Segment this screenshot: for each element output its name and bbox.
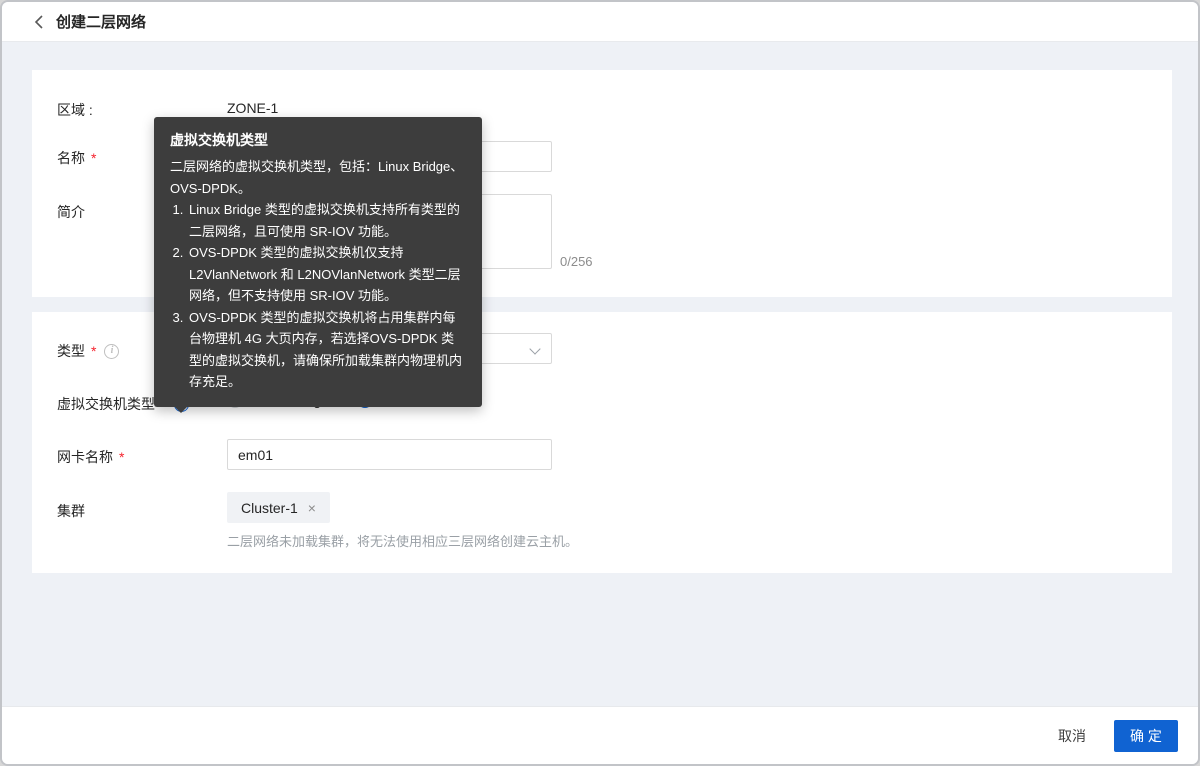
zone-label: 区域 : [57, 100, 93, 120]
type-label: 类型* i [57, 341, 119, 361]
tooltip-list-item: OVS-DPDK 类型的虚拟交换机将占用集群内每台物理机 4G 大页内存，若选择… [187, 307, 466, 393]
cluster-tag: Cluster-1 × [227, 492, 330, 523]
type-info-icon[interactable]: i [104, 344, 119, 359]
vswitch-type-tooltip: 虚拟交换机类型 二层网络的虚拟交换机类型，包括：Linux Bridge、OVS… [154, 117, 482, 407]
char-counter: 0/256 [560, 254, 593, 269]
tooltip-list-item: Linux Bridge 类型的虚拟交换机支持所有类型的二层网络，且可使用 SR… [187, 199, 466, 242]
required-mark: * [119, 449, 124, 465]
cluster-tag-text: Cluster-1 [241, 500, 298, 516]
page-title: 创建二层网络 [56, 11, 146, 32]
tooltip-list: Linux Bridge 类型的虚拟交换机支持所有类型的二层网络，且可使用 SR… [170, 199, 466, 393]
tooltip-title: 虚拟交换机类型 [170, 130, 466, 150]
close-icon[interactable]: × [308, 501, 316, 515]
nic-name-label: 网卡名称* [57, 447, 124, 467]
confirm-button[interactable]: 确 定 [1114, 720, 1178, 752]
description-label: 简介 [57, 202, 85, 222]
cluster-label: 集群 [57, 501, 85, 521]
create-l2-network-page: 创建二层网络 区域 : ZONE-1 名称* 简介 0/256 类型* i 虚拟… [0, 0, 1200, 766]
name-label: 名称* [57, 148, 96, 168]
cluster-hint: 二层网络未加载集群，将无法使用相应三层网络创建云主机。 [227, 531, 578, 550]
required-mark: * [91, 150, 96, 166]
chevron-down-icon [529, 343, 540, 354]
back-icon[interactable] [30, 13, 48, 31]
required-mark: * [91, 343, 96, 359]
zone-value: ZONE-1 [227, 100, 278, 116]
cancel-button[interactable]: 取消 [1058, 726, 1086, 746]
action-bar: 取消 确 定 [2, 706, 1198, 764]
page-header: 创建二层网络 [2, 2, 1198, 42]
nic-name-input[interactable] [227, 439, 552, 470]
tooltip-list-item: OVS-DPDK 类型的虚拟交换机仅支持 L2VlanNetwork 和 L2N… [187, 242, 466, 307]
tooltip-intro: 二层网络的虚拟交换机类型，包括：Linux Bridge、OVS-DPDK。 [170, 156, 466, 199]
